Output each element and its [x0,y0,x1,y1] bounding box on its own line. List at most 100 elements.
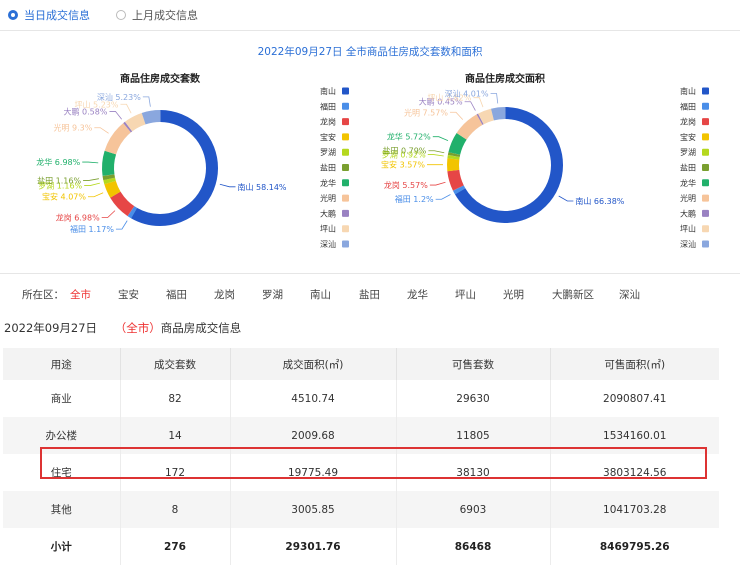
col-header-usage: 用途 [3,348,120,380]
donut-slice[interactable] [96,104,225,233]
donut-slice[interactable] [445,105,565,225]
district-all[interactable]: 全市 [70,287,91,302]
legend-label: 宝安 [680,132,696,142]
legend-swatch[interactable] [342,118,349,125]
district-baoan[interactable]: 宝安 [118,287,139,302]
donut-slice[interactable] [95,103,225,233]
col-header-units-sold: 成交套数 [120,348,230,380]
donut-slice[interactable] [101,109,218,226]
pie-chart-title: 商品住房成交面积 [465,72,545,85]
slice-leader-line [109,111,121,119]
table-title-paren-open: （ [115,321,127,335]
cell-units-available: 38130 [396,454,550,491]
donut-chart: 南山 58.14%福田 1.17%龙岗 6.98%宝安 4.07%罗湖 1.16… [36,92,287,241]
slice-leader-line [433,137,448,141]
district-guangming[interactable]: 光明 [503,287,524,302]
district-pingshan[interactable]: 坪山 [455,287,476,302]
legend-swatch[interactable] [702,179,709,186]
table-total-row: 小计 276 29301.76 86468 8469795.26 [3,528,719,565]
table-title-scope: 全市 [126,321,149,335]
cell-area-available: 2090807.41 [550,380,719,417]
slice-label: 福田 1.17% [70,225,114,234]
legend-swatch[interactable] [342,225,349,232]
cell-usage: 住宅 [3,454,120,491]
legend-swatch[interactable] [702,133,709,140]
donut-slice[interactable] [443,103,568,228]
legend-swatch[interactable] [702,164,709,171]
legend-label: 光明 [680,193,696,203]
slice-label: 深汕 5.23% [97,92,141,102]
legend-swatch[interactable] [702,225,709,232]
donut-slice[interactable] [442,102,568,228]
cell-units-available: 11805 [396,417,550,454]
legend-label: 福田 [320,102,336,111]
legend-label: 龙华 [320,178,336,188]
district-nanshan[interactable]: 南山 [310,287,331,302]
legend-label: 南山 [680,86,696,96]
tab-bar: 当日成交信息 上月成交信息 [8,4,224,26]
cell-units-available: 6903 [396,491,550,528]
legend-swatch[interactable] [702,241,709,248]
cell-area-sold: 3005.85 [230,491,396,528]
table-row: 商业 82 4510.74 29630 2090807.41 [3,380,719,417]
legend-swatch[interactable] [342,195,349,202]
radio-checked-icon[interactable] [8,10,18,20]
tab-last-month[interactable]: 上月成交信息 [116,7,198,23]
legend-swatch[interactable] [342,210,349,217]
legend-swatch[interactable] [702,118,709,125]
table-title-date: 2022年09月27日 [4,321,97,335]
divider [0,273,740,274]
cell-area-available: 1041703.28 [550,491,719,528]
slice-leader-line [116,221,127,229]
slice-leader-line [84,183,100,185]
district-filter-label: 所在区： [22,287,64,302]
cell-usage: 商业 [3,380,120,417]
tab-last-month-label: 上月成交信息 [132,7,198,23]
legend-swatch[interactable] [702,149,709,156]
tab-today[interactable]: 当日成交信息 [8,7,90,23]
legend-swatch[interactable] [342,179,349,186]
divider [0,30,740,31]
legend-swatch[interactable] [342,103,349,110]
legend-swatch[interactable] [342,149,349,156]
district-futian[interactable]: 福田 [166,287,187,302]
district-longhua[interactable]: 龙华 [407,287,428,302]
district-luohu[interactable]: 罗湖 [262,287,283,302]
cell-usage: 小计 [3,528,120,565]
legend-label: 坪山 [320,224,336,234]
slice-leader-line [430,182,446,185]
slice-leader-line [465,102,476,111]
district-yantian[interactable]: 盐田 [359,287,380,302]
legend-swatch[interactable] [702,210,709,217]
cell-area-sold: 4510.74 [230,380,396,417]
pie-chart-title: 商品住房成交套数 [120,72,201,85]
legend-label: 深汕 [680,239,696,249]
donut-slice[interactable] [94,102,225,233]
table-row: 办公楼 14 2009.68 11805 1534160.01 [3,417,719,454]
slice-label: 宝安 3.57% [381,160,425,170]
legend-label: 盐田 [680,163,696,173]
legend-swatch[interactable] [342,133,349,140]
legend-label: 大鹏 [320,208,336,218]
slice-leader-line [83,179,99,181]
legend-swatch[interactable] [702,103,709,110]
donut-slice[interactable] [98,106,221,229]
table-row: 其他 8 3005.85 6903 1041703.28 [3,491,719,528]
legend-swatch[interactable] [342,164,349,171]
legend-swatch[interactable] [342,88,349,95]
legend-swatch[interactable] [702,195,709,202]
table-title-suffix: 商品房成交信息 [161,321,242,335]
table-header-row: 用途 成交套数 成交面积(㎡) 可售套数 可售面积(㎡) [3,348,719,380]
slice-label: 南山 66.38% [575,196,624,206]
slice-leader-line [428,151,444,153]
district-longgang[interactable]: 龙岗 [214,287,235,302]
legend-label: 罗湖 [320,148,336,157]
radio-unchecked-icon[interactable] [116,10,126,20]
slice-leader-line [82,162,98,163]
cell-units-sold: 276 [120,528,230,565]
district-dapeng[interactable]: 大鹏新区 [552,287,594,302]
legend-swatch[interactable] [342,241,349,248]
legend-swatch[interactable] [702,88,709,95]
legend-label: 南山 [320,86,336,96]
district-shenshan[interactable]: 深汕 [619,287,640,302]
